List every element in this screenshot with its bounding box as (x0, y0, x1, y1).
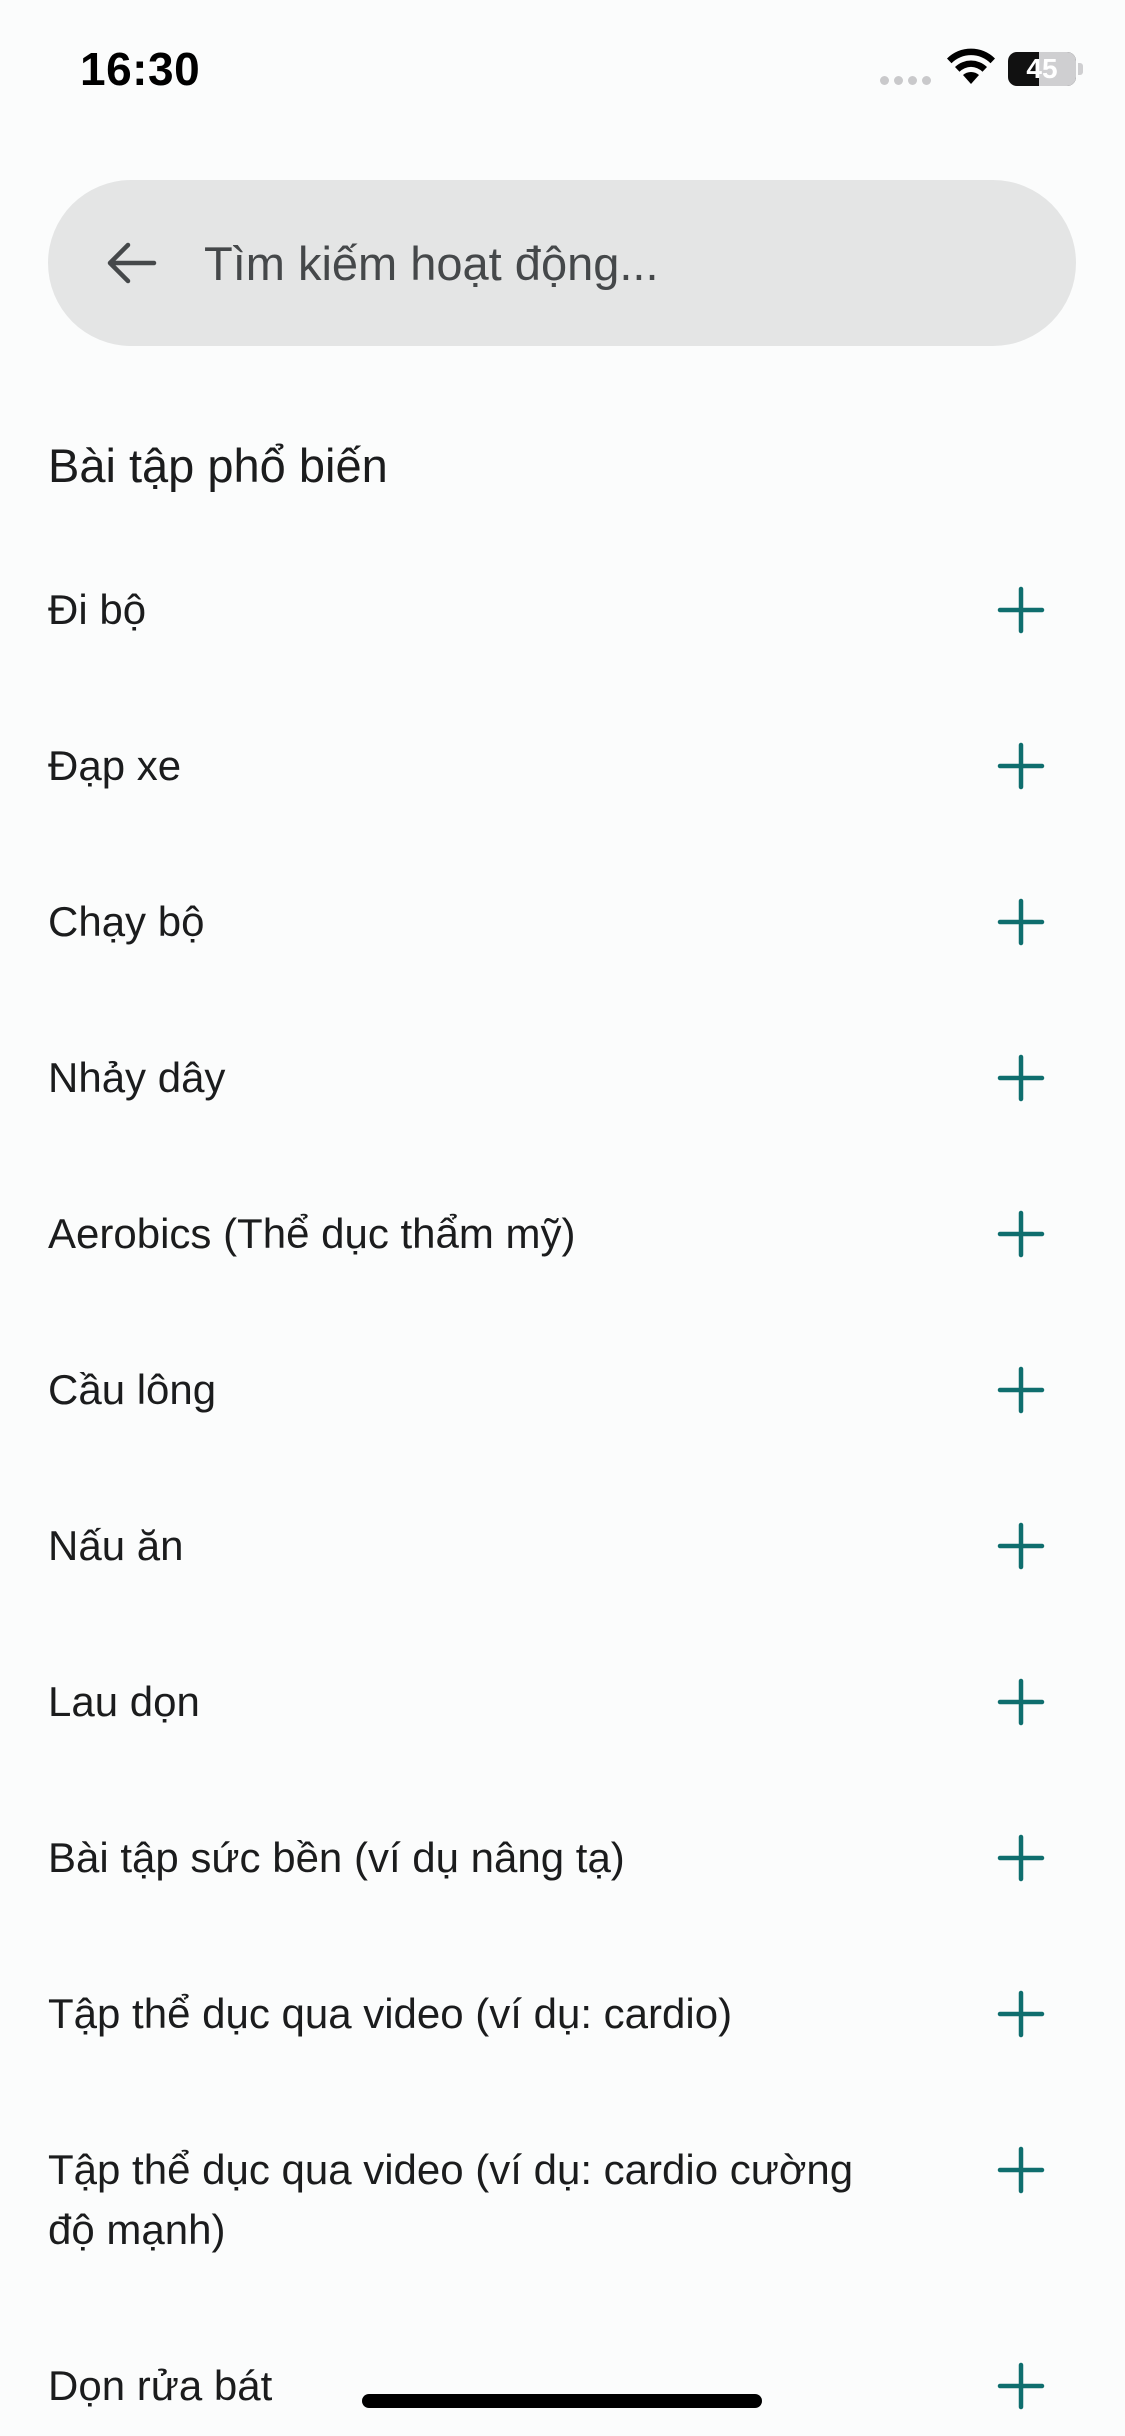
plus-icon (997, 1678, 1045, 1726)
plus-icon (997, 2146, 1045, 2194)
activity-label: Nấu ăn (48, 1522, 184, 1569)
plus-icon (997, 586, 1045, 634)
plus-icon (997, 1054, 1045, 1102)
add-activity-button[interactable] (986, 575, 1056, 645)
activity-label: Đi bộ (48, 586, 147, 633)
search-input[interactable] (204, 223, 1024, 303)
back-button[interactable] (86, 218, 176, 308)
plus-icon (997, 742, 1045, 790)
plus-icon (997, 2362, 1045, 2410)
add-activity-button[interactable] (986, 731, 1056, 801)
activity-label: Tập thể dục qua video (ví dụ: cardio) (48, 1990, 733, 2037)
battery-cap (1078, 63, 1083, 75)
activity-label: Bài tập sức bền (ví dụ nâng tạ) (48, 1834, 625, 1881)
status-bar: 16:30 45 (0, 0, 1125, 140)
status-time: 16:30 (80, 43, 201, 95)
home-indicator[interactable] (362, 2394, 762, 2408)
add-activity-button[interactable] (986, 2351, 1056, 2421)
add-activity-button[interactable] (986, 1667, 1056, 1737)
add-activity-button[interactable] (986, 1823, 1056, 1893)
add-activity-button[interactable] (986, 1979, 1056, 2049)
section-title: Bài tập phổ biến (48, 439, 388, 492)
arrow-left-icon (107, 242, 157, 284)
activity-label: Tập thể dục qua video (ví dụ: cardio cườ… (48, 2146, 854, 2253)
add-activity-button[interactable] (986, 1199, 1056, 1269)
add-activity-button[interactable] (986, 887, 1056, 957)
activity-label: Nhảy dây (48, 1054, 226, 1101)
add-activity-button[interactable] (986, 1511, 1056, 1581)
activity-label: Cầu lông (48, 1366, 217, 1413)
add-activity-button[interactable] (986, 1355, 1056, 1425)
activity-label: Lau dọn (48, 1678, 200, 1725)
plus-icon (997, 1990, 1045, 2038)
plus-icon (997, 898, 1045, 946)
plus-icon (997, 1834, 1045, 1882)
screen: 16:30 45 Bài tập phổ biến Đi bộ (0, 0, 1125, 2436)
add-activity-button[interactable] (986, 2135, 1056, 2205)
search-bar (48, 180, 1076, 346)
battery-level: 45 (1026, 53, 1058, 84)
activity-label: Đạp xe (48, 742, 182, 789)
battery-icon: 45 (1008, 52, 1076, 86)
add-activity-button[interactable] (986, 1043, 1056, 1113)
cellular-signal-icon (880, 76, 932, 86)
plus-icon (997, 1366, 1045, 1414)
plus-icon (997, 1210, 1045, 1258)
activity-label: Chạy bộ (48, 898, 205, 945)
activity-label: Aerobics (Thể dục thẩm mỹ) (48, 1210, 576, 1257)
plus-icon (997, 1522, 1045, 1570)
wifi-icon (947, 48, 995, 84)
